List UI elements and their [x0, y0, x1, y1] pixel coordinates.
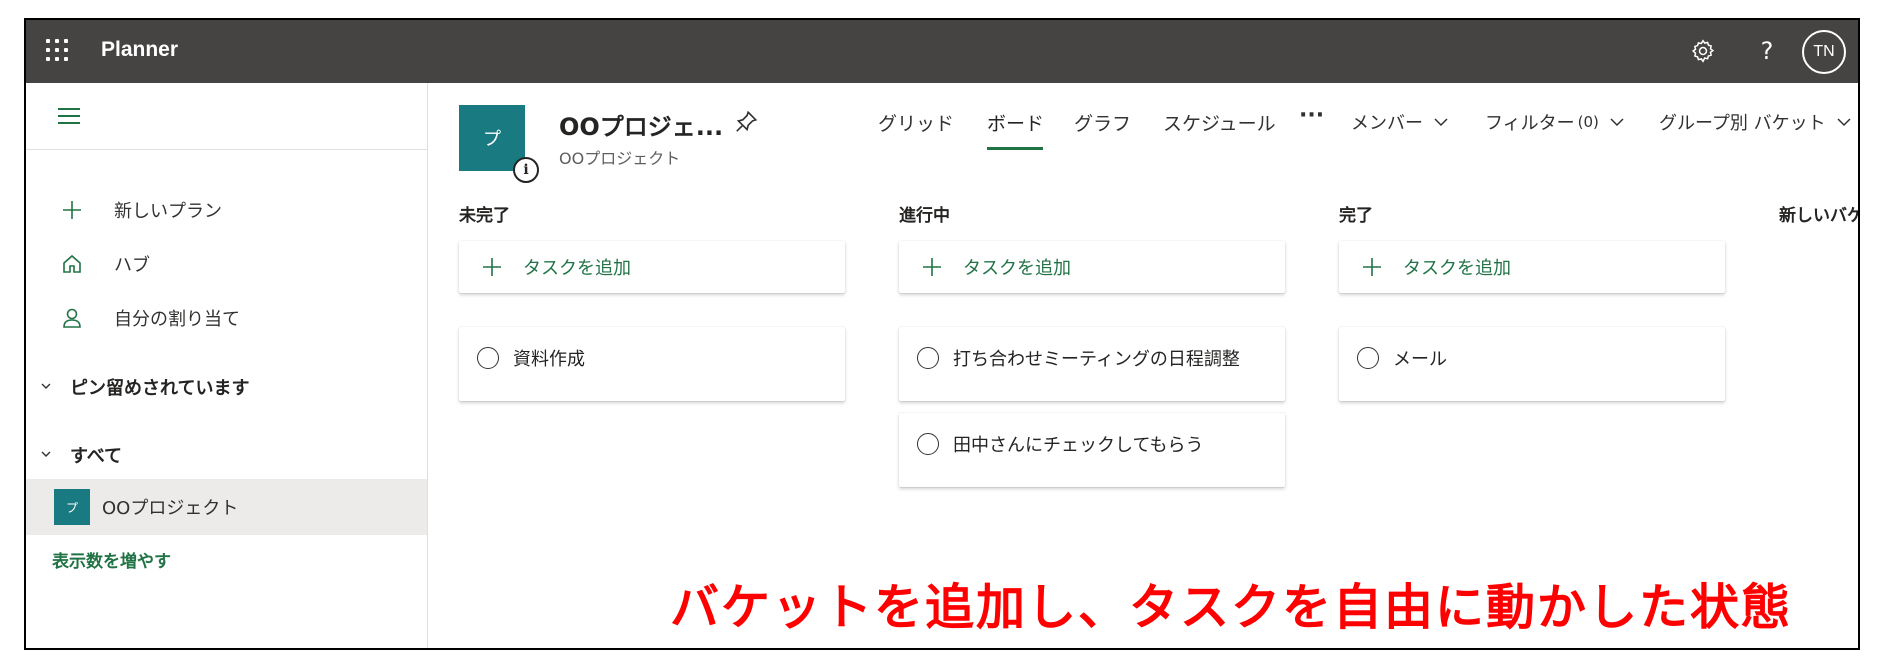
complete-task-checkbox[interactable]: [917, 347, 939, 369]
new-bucket-button[interactable]: 新しいバケ: [1779, 201, 1858, 226]
bucket-name[interactable]: 未完了: [459, 201, 510, 226]
task-card[interactable]: 打ち合わせミーティングの日程調整: [899, 327, 1285, 401]
task-card[interactable]: 田中さんにチェックしてもらう: [899, 413, 1285, 487]
complete-task-checkbox[interactable]: [1357, 347, 1379, 369]
tab-grid[interactable]: グリッド: [878, 109, 954, 136]
plan-tile: プ: [54, 489, 90, 525]
top-bar: Planner ? TN: [26, 20, 1858, 83]
plus-icon: [483, 258, 501, 276]
chevron-down-icon: [1434, 118, 1448, 127]
info-icon[interactable]: i: [513, 157, 539, 183]
gear-icon[interactable]: [1686, 34, 1720, 68]
active-tab-indicator: [987, 147, 1043, 150]
plus-icon: [1363, 258, 1381, 276]
chevron-down-icon: [1837, 118, 1851, 127]
section-label: すべて: [70, 446, 123, 467]
sidebar-item-label: ハブ: [114, 255, 150, 276]
group-by-label: グループ別 バケット: [1659, 113, 1826, 134]
sidebar-divider: [26, 149, 427, 150]
plus-icon: [60, 198, 84, 222]
tab-chart[interactable]: グラフ: [1074, 109, 1131, 136]
hamburger-icon[interactable]: [58, 105, 82, 125]
app-window: Planner ? TN 新しいプラン ハブ 自分の割り当て ピン留めされていま…: [24, 18, 1860, 650]
avatar[interactable]: TN: [1802, 30, 1846, 74]
task-card[interactable]: 資料作成: [459, 327, 845, 401]
add-task-label: タスクを追加: [523, 258, 631, 279]
bucket-name[interactable]: 進行中: [899, 201, 950, 226]
plan-title[interactable]: OOプロジェ...: [559, 107, 723, 142]
complete-task-checkbox[interactable]: [917, 433, 939, 455]
sidebar-item-label: 自分の割り当て: [114, 309, 240, 330]
members-dropdown[interactable]: メンバー: [1351, 109, 1449, 135]
task-card[interactable]: メール: [1339, 327, 1725, 401]
task-title: 資料作成: [513, 349, 585, 370]
filter-count: (0): [1577, 113, 1599, 131]
sidebar-item-plan[interactable]: プ OOプロジェクト: [26, 479, 427, 535]
person-icon: [60, 306, 84, 330]
more-options-icon[interactable]: ···: [1299, 103, 1324, 128]
filter-dropdown[interactable]: フィルター (0): [1485, 109, 1625, 135]
filter-label: フィルター: [1485, 113, 1575, 134]
chevron-down-icon: [40, 448, 52, 463]
sidebar-item-new-plan[interactable]: 新しいプラン: [26, 185, 427, 235]
show-more-link[interactable]: 表示数を増やす: [52, 547, 171, 572]
sidebar-item-hub[interactable]: ハブ: [26, 239, 427, 289]
main-content: プ i OOプロジェ... OOプロジェクト グリッド ボード グラフ スケジュ…: [429, 83, 1858, 648]
tab-schedule[interactable]: スケジュール: [1163, 109, 1276, 136]
section-all[interactable]: すべて: [26, 435, 427, 475]
bucket-name[interactable]: 完了: [1339, 201, 1373, 226]
add-task-label: タスクを追加: [1403, 258, 1511, 279]
task-title: 田中さんにチェックしてもらう: [953, 435, 1204, 456]
plan-subtitle: OOプロジェクト: [559, 149, 681, 168]
add-task-button[interactable]: タスクを追加: [1339, 241, 1725, 293]
tab-board[interactable]: ボード: [987, 109, 1044, 136]
complete-task-checkbox[interactable]: [477, 347, 499, 369]
help-icon[interactable]: ?: [1750, 34, 1784, 68]
sidebar-item-my-tasks[interactable]: 自分の割り当て: [26, 293, 427, 343]
sidebar-item-label: 新しいプラン: [114, 201, 222, 222]
pin-icon[interactable]: [733, 109, 761, 137]
section-pinned[interactable]: ピン留めされています: [26, 367, 427, 407]
annotation-caption: バケットを追加し、タスクを自由に動かした状態: [670, 579, 1793, 636]
add-task-label: タスクを追加: [963, 258, 1071, 279]
plus-icon: [923, 258, 941, 276]
sidebar: 新しいプラン ハブ 自分の割り当て ピン留めされています すべて プ OOプロジ…: [26, 83, 428, 648]
add-task-button[interactable]: タスクを追加: [899, 241, 1285, 293]
chevron-down-icon: [40, 380, 52, 395]
members-label: メンバー: [1351, 113, 1423, 134]
plan-label: OOプロジェクト: [102, 498, 239, 519]
home-icon: [60, 252, 84, 276]
task-title: メール: [1393, 349, 1447, 370]
section-label: ピン留めされています: [70, 378, 250, 399]
task-title: 打ち合わせミーティングの日程調整: [953, 349, 1240, 370]
app-name[interactable]: Planner: [101, 38, 178, 62]
chevron-down-icon: [1610, 118, 1624, 127]
group-by-dropdown[interactable]: グループ別 バケット: [1659, 109, 1852, 135]
app-launcher-icon[interactable]: [46, 39, 70, 63]
add-task-button[interactable]: タスクを追加: [459, 241, 845, 293]
